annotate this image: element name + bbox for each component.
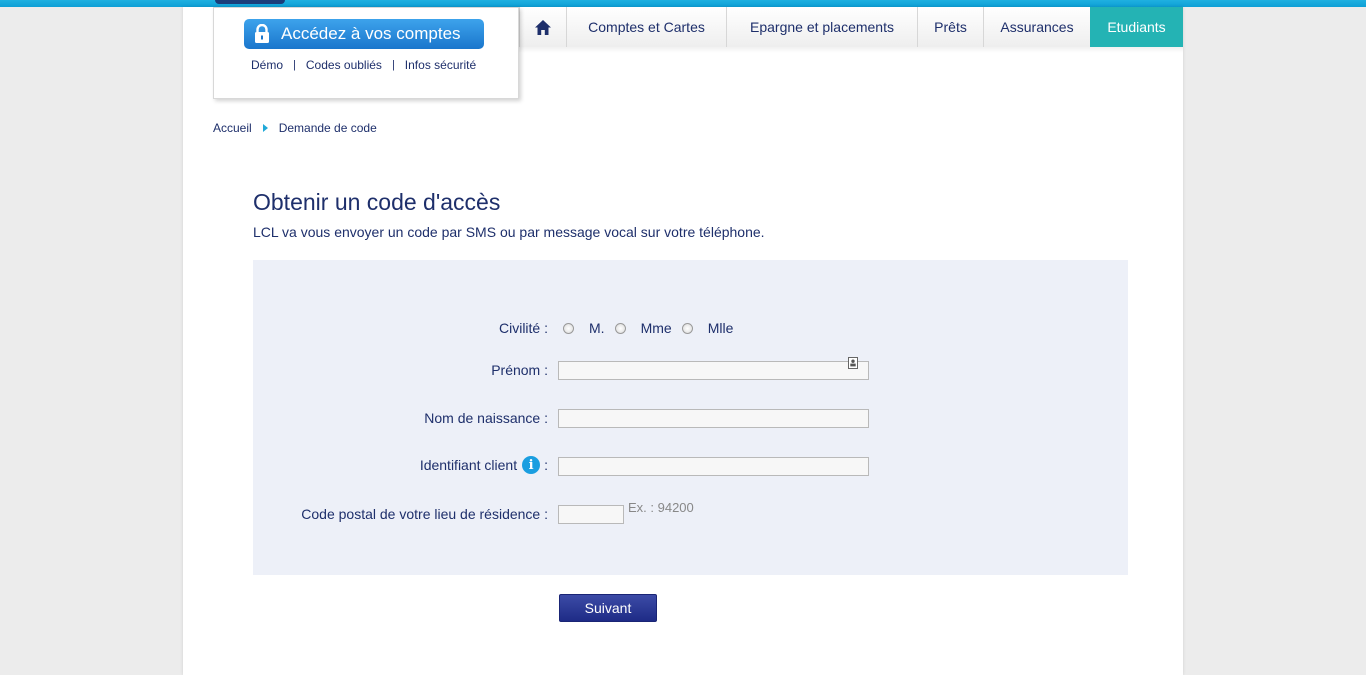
- page-container: Comptes et Cartes Epargne et placements …: [183, 7, 1183, 675]
- access-accounts-button[interactable]: Accédez à vos comptes: [244, 19, 484, 49]
- nav-comptes-cartes[interactable]: Comptes et Cartes: [566, 7, 726, 47]
- submit-button[interactable]: Suivant: [559, 594, 657, 622]
- civilite-option-label: M.: [589, 320, 605, 336]
- lock-icon: [255, 24, 269, 43]
- identifiant-label-colon: :: [544, 457, 548, 473]
- code-postal-hint: Ex. : 94200: [628, 500, 694, 515]
- code-request-form: Civilité : M. Mme Mlle Prénom : Nom de n…: [253, 260, 1128, 575]
- prenom-label: Prénom :: [491, 362, 548, 378]
- civilite-radio-m[interactable]: [563, 322, 574, 334]
- nav-prets[interactable]: Prêts: [917, 7, 983, 47]
- nav-etudiants[interactable]: Etudiants: [1090, 7, 1183, 47]
- contact-card-icon[interactable]: [848, 357, 858, 369]
- civilite-radio-mlle[interactable]: [681, 322, 693, 334]
- forgot-codes-link[interactable]: Codes oubliés: [306, 58, 382, 72]
- breadcrumb-current: Demande de code: [278, 121, 377, 135]
- breadcrumb: Accueil Demande de code: [213, 121, 377, 135]
- nav-assurances[interactable]: Assurances: [983, 7, 1090, 47]
- civilite-radio-group: M. Mme Mlle: [563, 320, 743, 336]
- nom-naissance-label: Nom de naissance :: [424, 410, 548, 426]
- access-accounts-label: Accédez à vos comptes: [281, 24, 461, 43]
- top-strip: [0, 0, 1366, 7]
- login-box: Accédez à vos comptes Démo | Codes oubli…: [213, 7, 519, 99]
- identifiant-label: Identifiant client i :: [420, 456, 548, 474]
- nav-epargne-placements[interactable]: Epargne et placements: [726, 7, 917, 47]
- main-nav: Comptes et Cartes Epargne et placements …: [519, 7, 1183, 47]
- identifiant-client-input[interactable]: [558, 457, 869, 476]
- code-postal-input[interactable]: [558, 505, 624, 524]
- nom-naissance-input[interactable]: [558, 409, 869, 428]
- civilite-label: Civilité :: [498, 320, 548, 336]
- info-icon[interactable]: i: [522, 456, 541, 474]
- civilite-option-label: Mme: [640, 320, 672, 336]
- civilite-option-label: Mlle: [707, 320, 734, 336]
- logo-fragment: [215, 0, 285, 4]
- breadcrumb-home[interactable]: Accueil: [213, 121, 252, 135]
- home-icon: [535, 19, 551, 35]
- code-postal-label: Code postal de votre lieu de résidence :: [301, 506, 548, 522]
- nav-shadow: [519, 47, 1183, 53]
- page-title: Obtenir un code d'accès: [253, 189, 501, 215]
- nav-home[interactable]: [519, 7, 566, 47]
- breadcrumb-arrow-icon: [262, 124, 268, 132]
- demo-link[interactable]: Démo: [251, 58, 283, 72]
- identifiant-label-text: Identifiant client: [419, 457, 518, 473]
- security-info-link[interactable]: Infos sécurité: [405, 58, 476, 72]
- prenom-input[interactable]: [558, 361, 869, 380]
- page-description: LCL va vous envoyer un code par SMS ou p…: [253, 224, 765, 240]
- login-links: Démo | Codes oubliés | Infos sécurité: [251, 58, 477, 72]
- civilite-radio-mme[interactable]: [614, 322, 626, 334]
